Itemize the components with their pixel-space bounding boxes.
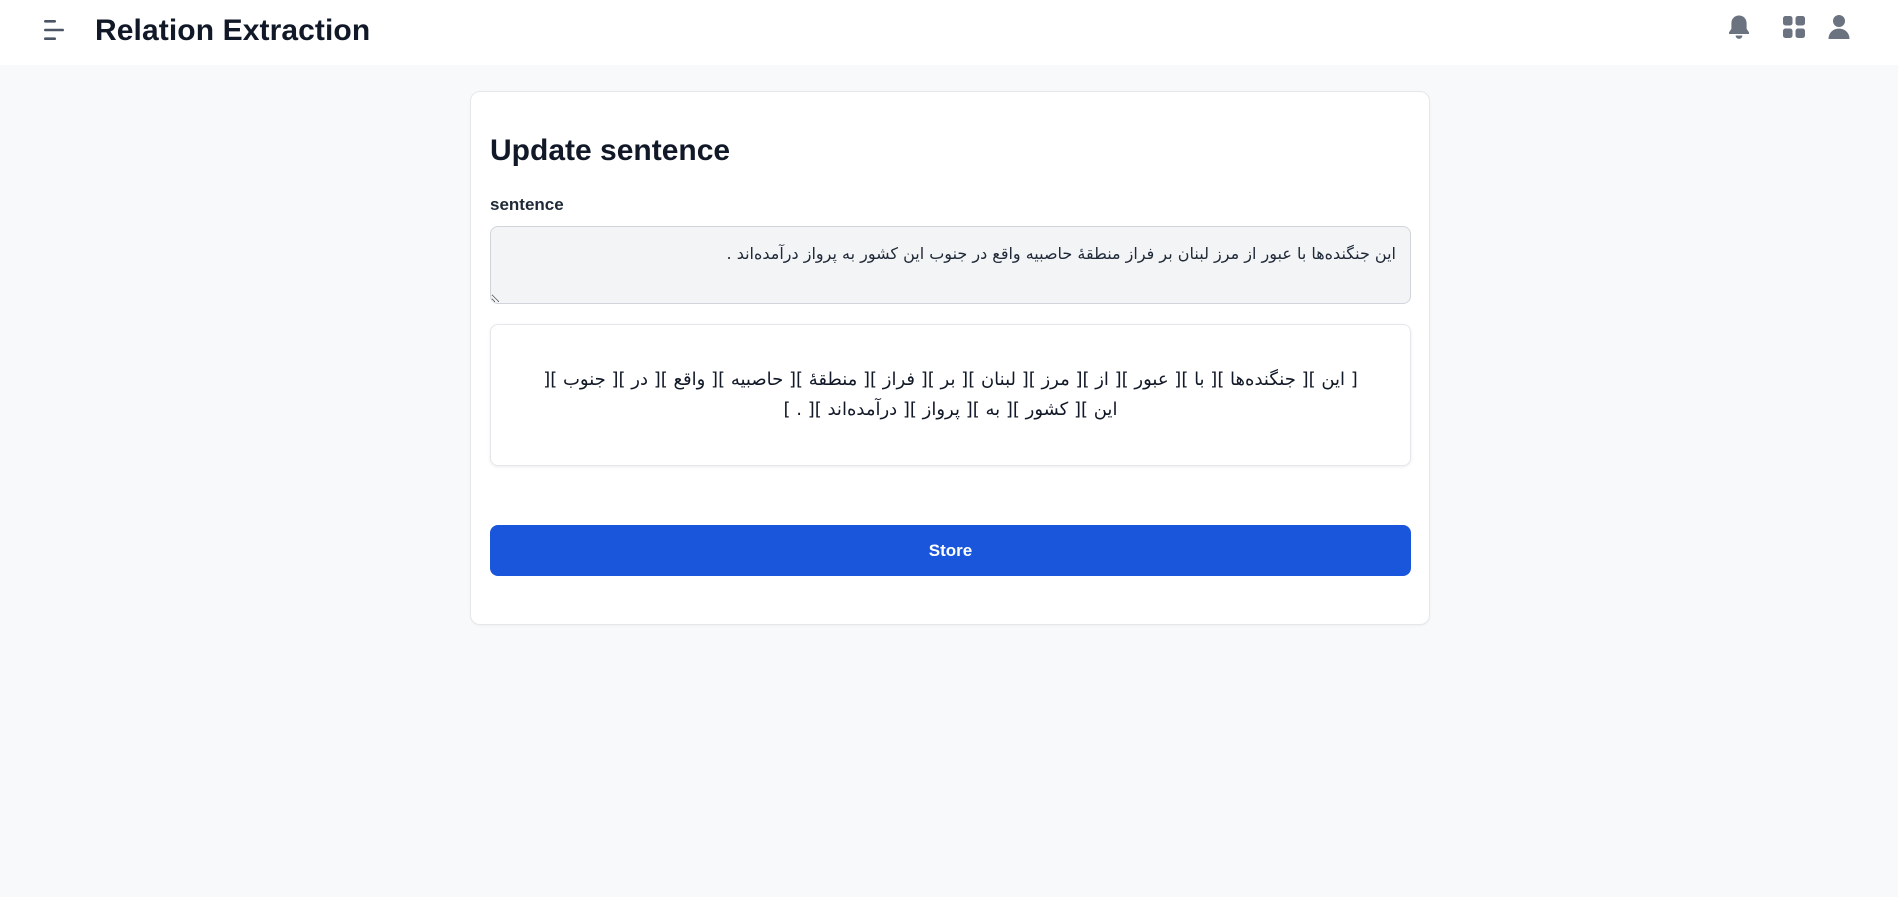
menu-icon	[44, 20, 64, 40]
page-title: Update sentence	[490, 134, 731, 167]
app-title: Relation Extraction	[95, 14, 371, 47]
user-menu-button[interactable]	[1824, 12, 1854, 42]
apps-button[interactable]	[1779, 12, 1809, 42]
bell-icon	[1729, 15, 1749, 39]
sentence-input[interactable]: این جنگنده‌ها با عبور از مرز لبنان بر فر…	[490, 226, 1411, 304]
menu-toggle-button[interactable]	[36, 12, 72, 48]
tokens-preview: [ این ][ جنگنده‌ها ][ با ][ عبور ][ از ]…	[490, 324, 1411, 466]
apps-grid-icon	[1783, 16, 1805, 38]
update-sentence-card: Update sentence sentence این جنگنده‌ها ب…	[470, 91, 1430, 625]
user-icon	[1828, 15, 1850, 39]
notifications-button[interactable]	[1724, 12, 1754, 42]
sentence-label: sentence	[490, 195, 564, 214]
top-navbar: Relation Extraction	[0, 0, 1898, 65]
tokens-text: [ این ][ جنگنده‌ها ][ با ][ عبور ][ از ]…	[543, 369, 1358, 420]
store-button[interactable]: Store	[490, 525, 1411, 576]
